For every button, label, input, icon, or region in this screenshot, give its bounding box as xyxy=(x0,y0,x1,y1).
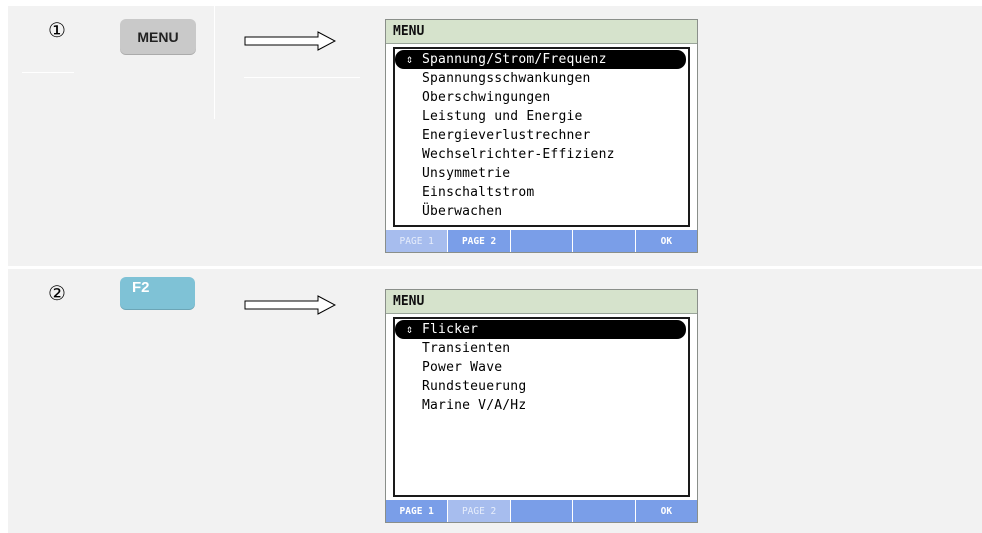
menu-item[interactable]: Rundsteuerung xyxy=(395,377,688,396)
screen-title: MENU xyxy=(386,20,697,44)
menu-item-label: Leistung und Energie xyxy=(422,109,583,124)
f2-key-button[interactable]: F2 xyxy=(120,277,195,310)
menu-item-label: Wechselrichter-Effizienz xyxy=(422,147,615,162)
menu-item-label: Marine V/A/Hz xyxy=(422,398,527,413)
step-row-1: ① MENU MENU ⇕ Spannung/Strom/Frequenz Spa… xyxy=(8,6,982,266)
instrument-screen: MENU ⇕ Flicker Transienten Power Wave Run… xyxy=(385,289,698,523)
softkey-label: PAGE 1 xyxy=(399,505,434,517)
softkey-ok[interactable]: OK xyxy=(635,230,697,252)
menu-item-label: Spannung/Strom/Frequenz xyxy=(422,52,607,67)
softkey-blank[interactable] xyxy=(573,500,635,522)
up-down-icon: ⇕ xyxy=(406,322,414,336)
menu-item-label: Einschaltstrom xyxy=(422,185,535,200)
menu-item-label: Unsymmetrie xyxy=(422,166,511,181)
menu-item[interactable]: Transienten xyxy=(395,339,688,358)
step-number: ② xyxy=(48,281,66,305)
menu-item[interactable]: Unsymmetrie xyxy=(395,164,688,183)
f2-key-label: F2 xyxy=(132,279,150,296)
softkey-label: OK xyxy=(660,505,673,517)
softkey-page-1[interactable]: PAGE 1 xyxy=(386,500,448,522)
menu-item[interactable]: Spannungsschwankungen xyxy=(395,69,688,88)
step-row-2: ② F2 MENU ⇕ Flicker Transienten Power Wav… xyxy=(8,269,982,533)
menu-item-label: Transienten xyxy=(422,341,511,356)
menu-item-label: Oberschwingungen xyxy=(422,90,551,105)
step-number: ① xyxy=(48,18,66,42)
menu-item-label: Spannungsschwankungen xyxy=(422,71,591,86)
softkey-label: PAGE 1 xyxy=(399,235,434,247)
cell-divider xyxy=(22,72,74,73)
right-arrow-icon xyxy=(244,31,336,51)
menu-item-label: Flicker xyxy=(422,322,479,337)
screen-title: MENU xyxy=(386,290,697,314)
menu-item-label: Energieverlustrechner xyxy=(422,128,591,143)
menu-item[interactable]: Überwachen xyxy=(395,202,688,221)
menu-list: ⇕ Spannung/Strom/Frequenz Spannungsschwan… xyxy=(393,47,690,227)
procedure-table: ① MENU MENU ⇕ Spannung/Strom/Frequenz Spa… xyxy=(8,6,982,533)
menu-item-label: Power Wave xyxy=(422,360,503,375)
menu-item[interactable]: Power Wave xyxy=(395,358,688,377)
instrument-screen: MENU ⇕ Spannung/Strom/Frequenz Spannungss… xyxy=(385,19,698,253)
softkey-page-1[interactable]: PAGE 1 xyxy=(386,230,448,252)
menu-item[interactable]: Wechselrichter-Effizienz xyxy=(395,145,688,164)
softkey-ok[interactable]: OK xyxy=(635,500,697,522)
menu-item[interactable]: ⇕ Flicker xyxy=(395,320,686,339)
softkey-label: PAGE 2 xyxy=(461,235,497,247)
right-arrow-icon xyxy=(244,295,336,315)
softkey-bar: PAGE 1 PAGE 2 OK xyxy=(386,230,697,252)
softkey-page-2[interactable]: PAGE 2 xyxy=(448,230,510,252)
cell-divider xyxy=(214,6,215,119)
menu-item[interactable]: Energieverlustrechner xyxy=(395,126,688,145)
softkey-blank[interactable] xyxy=(510,500,573,522)
menu-list: ⇕ Flicker Transienten Power Wave Rundsteu… xyxy=(393,317,690,497)
menu-item[interactable]: Oberschwingungen xyxy=(395,88,688,107)
menu-item[interactable]: Leistung und Energie xyxy=(395,107,688,126)
menu-item-label: Überwachen xyxy=(422,204,503,219)
menu-item[interactable]: Marine V/A/Hz xyxy=(395,396,688,415)
cell-divider xyxy=(244,77,360,78)
menu-key-button[interactable]: MENU xyxy=(120,19,196,55)
menu-item[interactable]: ⇕ Spannung/Strom/Frequenz xyxy=(395,50,686,69)
menu-item-label: Rundsteuerung xyxy=(422,379,527,394)
softkey-blank[interactable] xyxy=(510,230,573,252)
softkey-label: PAGE 2 xyxy=(461,505,497,517)
up-down-icon: ⇕ xyxy=(406,52,414,66)
menu-item[interactable]: Einschaltstrom xyxy=(395,183,688,202)
softkey-bar: PAGE 1 PAGE 2 OK xyxy=(386,500,697,522)
softkey-page-2[interactable]: PAGE 2 xyxy=(448,500,510,522)
softkey-label: OK xyxy=(660,235,673,247)
menu-key-label: MENU xyxy=(137,29,179,45)
softkey-blank[interactable] xyxy=(573,230,635,252)
